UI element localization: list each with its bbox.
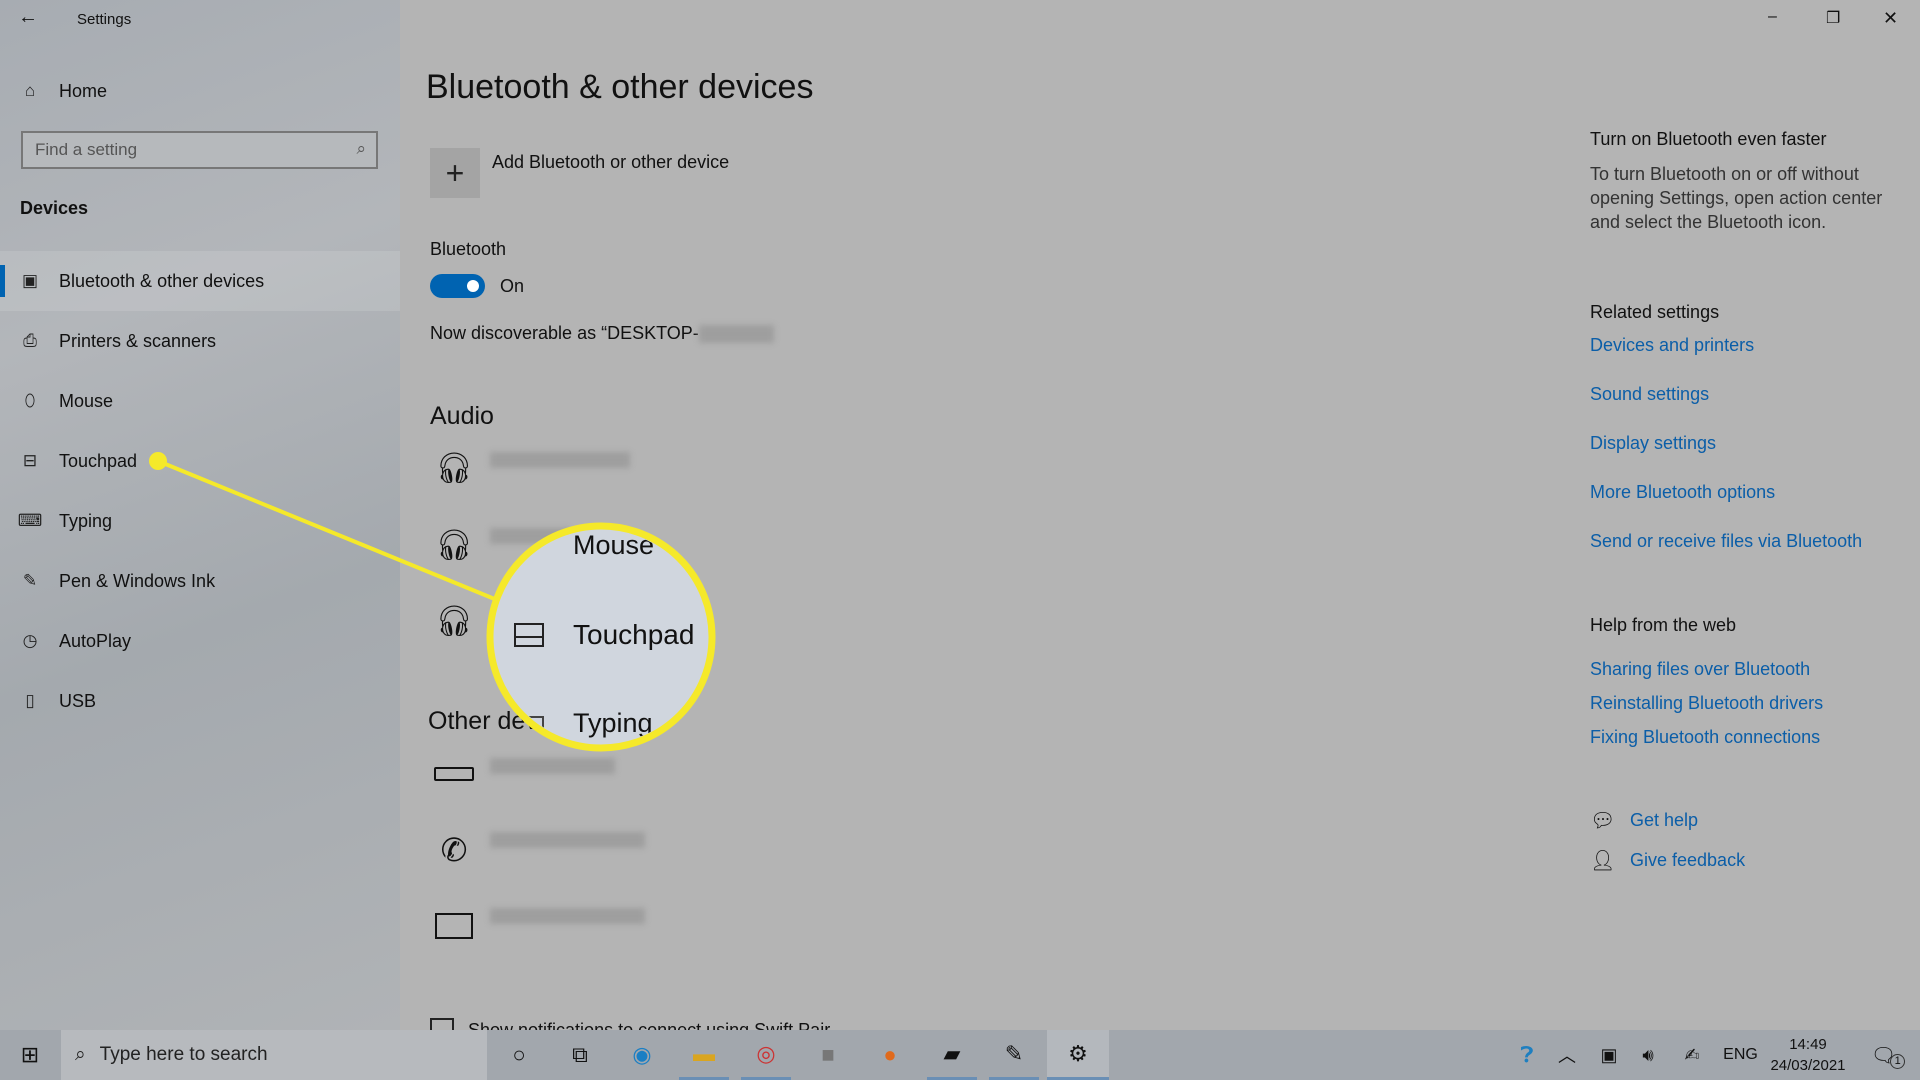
meet-now-icon[interactable]: ▣ bbox=[1594, 1030, 1624, 1080]
callout-mouse: Mouse bbox=[573, 530, 655, 560]
notification-count: 1 bbox=[1890, 1053, 1906, 1069]
taskbar-search[interactable]: ⌕ Type here to search bbox=[61, 1030, 487, 1080]
callout-magnified: Mouse Touchpad Typing bbox=[494, 530, 708, 744]
app-icon[interactable]: ■ bbox=[803, 1030, 853, 1080]
action-center-icon[interactable]: 🗨︎ 1 bbox=[1868, 1030, 1908, 1080]
clock-date: 24/03/2021 bbox=[1770, 1057, 1846, 1074]
cortana-icon[interactable]: ○ bbox=[494, 1030, 544, 1080]
taskbar-search-placeholder: Type here to search bbox=[99, 1044, 268, 1065]
chrome-icon[interactable]: ◎ bbox=[741, 1030, 791, 1080]
task-view-icon[interactable]: ⧉ bbox=[555, 1030, 605, 1080]
file-explorer-icon[interactable]: ▬ bbox=[679, 1030, 729, 1080]
pen-ink-icon[interactable]: ✍︎ bbox=[1677, 1030, 1707, 1080]
help-icon[interactable]: ❓︎ bbox=[1512, 1030, 1542, 1080]
volume-icon[interactable]: 🔊︎ bbox=[1633, 1030, 1663, 1080]
callout-line bbox=[157, 459, 498, 602]
keyboard-icon bbox=[514, 716, 544, 734]
settings-gear-icon[interactable]: ⚙ bbox=[1047, 1030, 1109, 1080]
firefox-icon[interactable]: ● bbox=[865, 1030, 915, 1080]
callout-annotation bbox=[149, 452, 716, 752]
callout-touchpad: Touchpad bbox=[573, 619, 695, 650]
show-hidden-icons[interactable]: ︿ bbox=[1552, 1030, 1582, 1080]
language-indicator[interactable]: ENG bbox=[1718, 1030, 1763, 1080]
callout-typing: Typing bbox=[573, 708, 653, 738]
clock-time: 14:49 bbox=[1789, 1036, 1827, 1053]
app-icon[interactable]: ▰ bbox=[927, 1030, 977, 1080]
touchpad-icon bbox=[514, 623, 544, 647]
start-button[interactable]: ⊞ bbox=[0, 1030, 60, 1080]
paint-icon[interactable]: ✎ bbox=[989, 1030, 1039, 1080]
clock[interactable]: 14:49 24/03/2021 bbox=[1768, 1034, 1848, 1076]
edge-icon[interactable]: ◉ bbox=[617, 1030, 667, 1080]
callout-dot bbox=[149, 452, 167, 470]
search-icon: ⌕ bbox=[75, 1044, 86, 1065]
